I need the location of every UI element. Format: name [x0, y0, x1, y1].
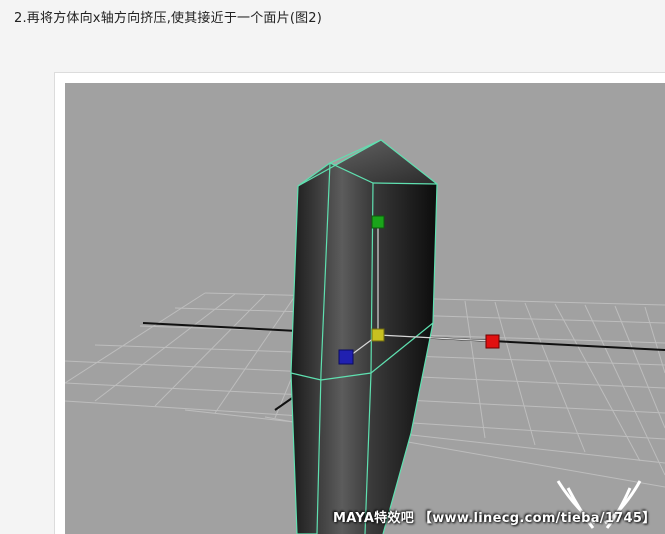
z-axis-handle — [338, 349, 354, 365]
page: 2.再将方体向x轴方向挤压,使其接近于一个面片(图2) MAYA特效吧 【www… — [0, 0, 665, 534]
maya-viewport[interactable] — [65, 83, 665, 534]
watermark-text: MAYA特效吧 【www.linecg.com/tieba/1745】 — [333, 511, 656, 526]
viewport-scene — [65, 139, 665, 534]
y-axis-handle — [371, 215, 385, 229]
center-handle — [371, 328, 385, 342]
x-axis-handle — [485, 334, 500, 349]
step-caption: 2.再将方体向x轴方向挤压,使其接近于一个面片(图2) — [14, 11, 323, 26]
